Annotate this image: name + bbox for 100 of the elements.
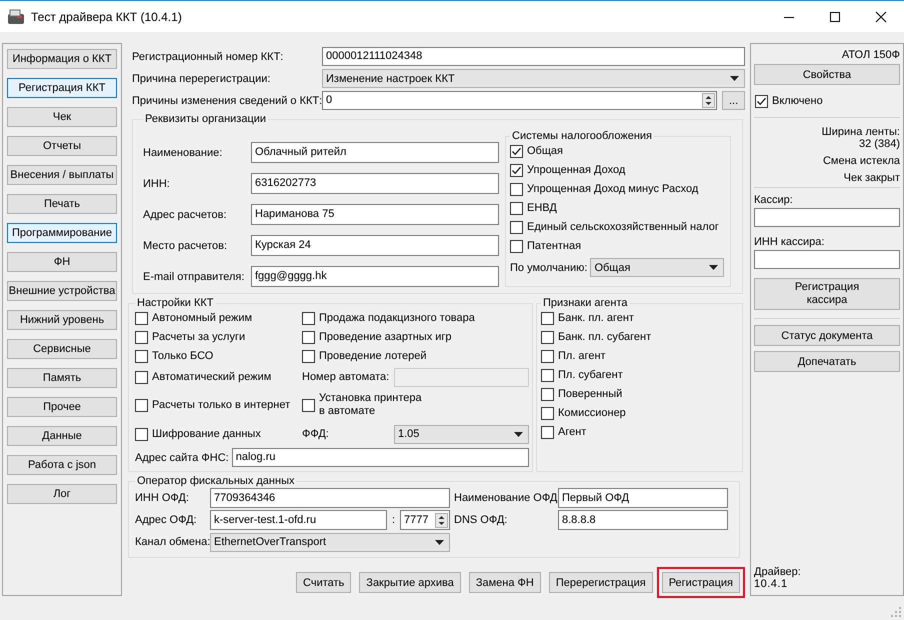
checkbox[interactable] <box>135 350 148 363</box>
checkbox[interactable] <box>541 426 554 439</box>
field-label: Адрес расчетов: <box>143 208 228 220</box>
checkbox-label: Общая <box>527 145 563 158</box>
spinner-arrows-icon[interactable] <box>435 512 448 528</box>
nav-button[interactable]: Информация о ККТ <box>7 49 117 69</box>
checkbox[interactable] <box>541 388 554 401</box>
dropdown[interactable]: 1.05 <box>394 424 529 444</box>
checkbox[interactable] <box>302 350 315 363</box>
field-label: Наименование: <box>143 146 224 158</box>
checkbox-label: Упрощенная Доход минус Расход <box>527 183 698 196</box>
checkbox[interactable] <box>135 398 148 412</box>
nav-button[interactable]: Печать <box>7 194 117 214</box>
checkbox[interactable] <box>302 312 315 325</box>
input-field[interactable]: 7709364346 <box>210 488 450 508</box>
nav-button[interactable]: Данные <box>7 426 117 446</box>
nav-button[interactable]: Нижний уровень <box>7 310 117 330</box>
action-button[interactable]: Закрытие архива <box>359 572 461 593</box>
checkbox[interactable] <box>755 95 768 108</box>
input-field[interactable] <box>754 250 900 269</box>
field-label: ФФД: <box>302 428 330 440</box>
input-field[interactable]: fggg@gggg.hk <box>251 266 499 287</box>
number-field[interactable]: 0 <box>322 91 717 110</box>
input-field[interactable]: nalog.ru <box>232 448 529 467</box>
checkbox[interactable] <box>510 221 523 234</box>
checkbox[interactable] <box>510 145 523 158</box>
action-button[interactable]: Перерегистрация <box>548 572 653 593</box>
panel-button[interactable]: Статус документа <box>754 325 900 346</box>
checkbox-label: Автономный режим <box>152 312 252 325</box>
checkbox-label: Агент <box>558 426 586 439</box>
driver-version: 10.4.1 <box>754 578 789 590</box>
input-field[interactable]: k-server-test.1-ofd.ru <box>210 510 387 530</box>
checkbox-label: Включено <box>772 95 823 108</box>
action-button[interactable]: Регистрация <box>662 572 740 593</box>
checkbox[interactable] <box>541 331 554 344</box>
checkbox[interactable] <box>510 183 523 196</box>
action-button[interactable]: Замена ФН <box>468 572 541 593</box>
input-field[interactable]: Курская 24 <box>251 235 499 256</box>
nav-button[interactable]: ФН <box>7 252 117 272</box>
window-title: Тест драйвера ККТ (10.4.1) <box>31 10 182 24</box>
nav-button[interactable]: Отчеты <box>7 136 117 156</box>
input-field[interactable]: 6316202773 <box>251 173 499 194</box>
group-title: Системы налогообложения <box>511 130 653 142</box>
checkbox-label: Проведение лотерей <box>319 350 426 363</box>
checkbox[interactable] <box>541 369 554 382</box>
nav-button[interactable]: Лог <box>7 484 117 504</box>
checkbox[interactable] <box>541 350 554 363</box>
checkbox-label: Упрощенная Доход <box>527 164 626 177</box>
field-label: Причины изменения сведений о ККТ: <box>132 94 322 106</box>
status-text: Ширина ленты: <box>822 126 900 138</box>
caret-icon <box>514 432 523 436</box>
checkbox[interactable] <box>302 398 315 412</box>
checkbox[interactable] <box>135 428 148 440</box>
nav-button[interactable]: Память <box>7 368 117 388</box>
field-label: DNS ОФД: <box>453 514 508 526</box>
cashier-register-button[interactable]: Регистрация кассира <box>754 278 900 310</box>
dropdown[interactable]: Изменение настроек ККТ <box>322 69 745 88</box>
checkbox[interactable] <box>135 312 148 325</box>
checkbox[interactable] <box>135 370 148 384</box>
maximize-icon[interactable] <box>829 10 841 22</box>
input-field[interactable]: 8.8.8.8 <box>558 510 728 530</box>
dropdown[interactable]: EthernetOverTransport <box>210 532 450 552</box>
checkbox[interactable] <box>541 312 554 325</box>
nav-button[interactable]: Программирование <box>7 223 117 243</box>
properties-button[interactable]: Свойства <box>754 64 900 85</box>
nav-button[interactable]: Регистрация ККТ <box>7 78 117 98</box>
field-label: ИНН ОФД: <box>135 492 190 504</box>
checkbox[interactable] <box>510 240 523 253</box>
separator-colon: : <box>390 514 396 526</box>
input-field[interactable]: Нариманова 75 <box>251 204 499 225</box>
checkbox-label: Комиссионер <box>558 407 626 420</box>
nav-button[interactable]: Внесения / выплаты <box>7 165 117 185</box>
checkbox[interactable] <box>541 407 554 420</box>
input-field[interactable]: Облачный ритейл <box>251 142 499 163</box>
checkbox[interactable] <box>510 202 523 215</box>
nav-button[interactable]: Работа с json <box>7 455 117 475</box>
driver-label: Драйвер: <box>754 566 802 578</box>
nav-button[interactable]: Прочее <box>7 397 117 417</box>
close-icon[interactable] <box>875 10 887 22</box>
checkbox[interactable] <box>135 331 148 344</box>
panel-button[interactable]: Допечатать <box>754 351 900 372</box>
action-button[interactable]: Считать <box>296 572 352 593</box>
more-button[interactable]: ... <box>722 91 745 110</box>
nav-button[interactable]: Сервисные <box>7 339 117 359</box>
dropdown[interactable]: Общая <box>590 258 724 277</box>
checkbox[interactable] <box>302 331 315 344</box>
checkbox-label: Установка принтера в автомате <box>319 392 422 418</box>
input-field[interactable] <box>754 208 900 227</box>
input-field[interactable]: 0000012111024348 <box>322 47 745 66</box>
spinner-arrows-icon[interactable] <box>702 93 715 108</box>
input-field[interactable]: Первый ОФД <box>558 488 728 508</box>
checkbox[interactable] <box>510 164 523 177</box>
nav-button[interactable]: Внешние устройства <box>7 281 117 301</box>
number-field[interactable]: 7777 <box>400 510 450 530</box>
field-label: Номер автомата: <box>302 371 390 383</box>
field-label: ИНН: <box>143 178 171 190</box>
group-title: Признаки агента <box>542 297 629 309</box>
resize-grip-icon[interactable] <box>891 607 901 617</box>
nav-button[interactable]: Чек <box>7 107 117 127</box>
field-label: Место расчетов: <box>143 240 228 252</box>
